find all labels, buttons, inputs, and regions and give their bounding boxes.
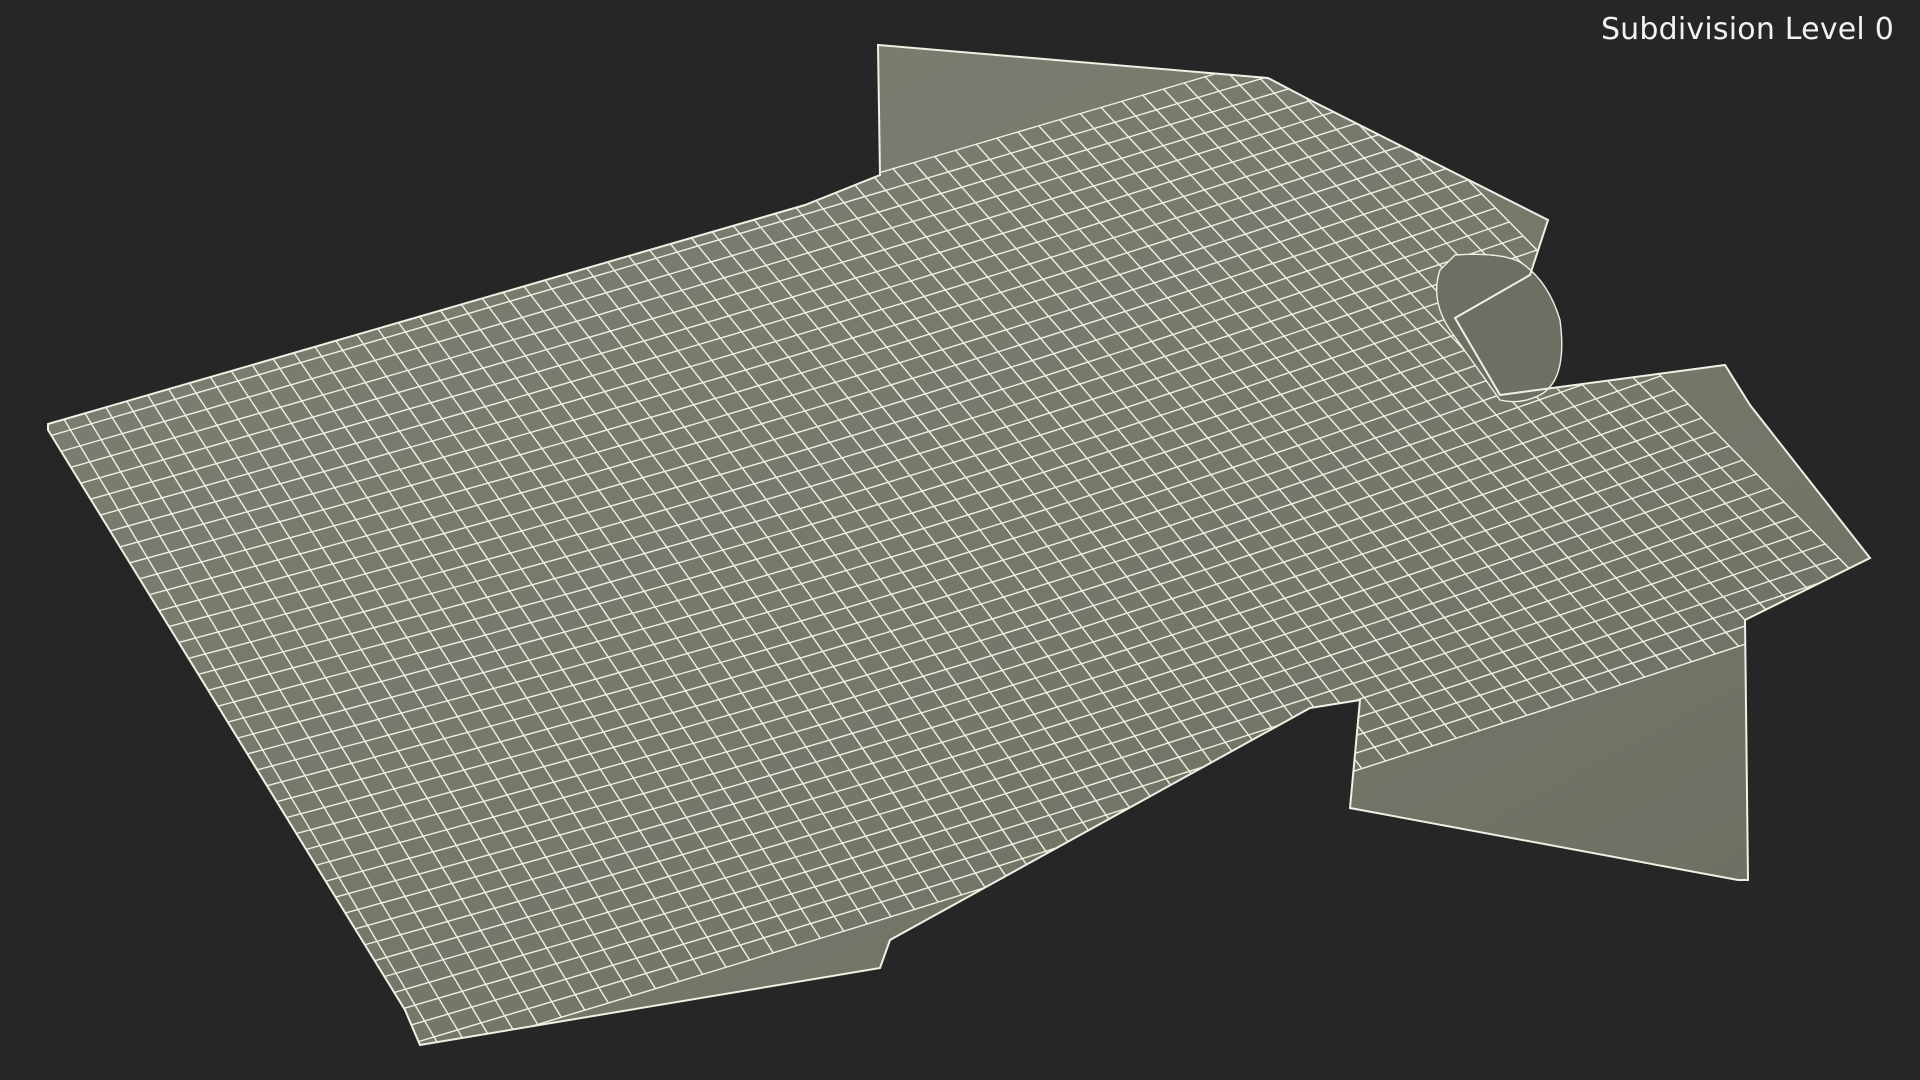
- tshirt-wireframe-render: [47, 44, 1871, 1046]
- render-viewport: Subdivision Level 0: [0, 0, 1920, 1080]
- subdivision-level-label: Subdivision Level 0: [1600, 12, 1894, 47]
